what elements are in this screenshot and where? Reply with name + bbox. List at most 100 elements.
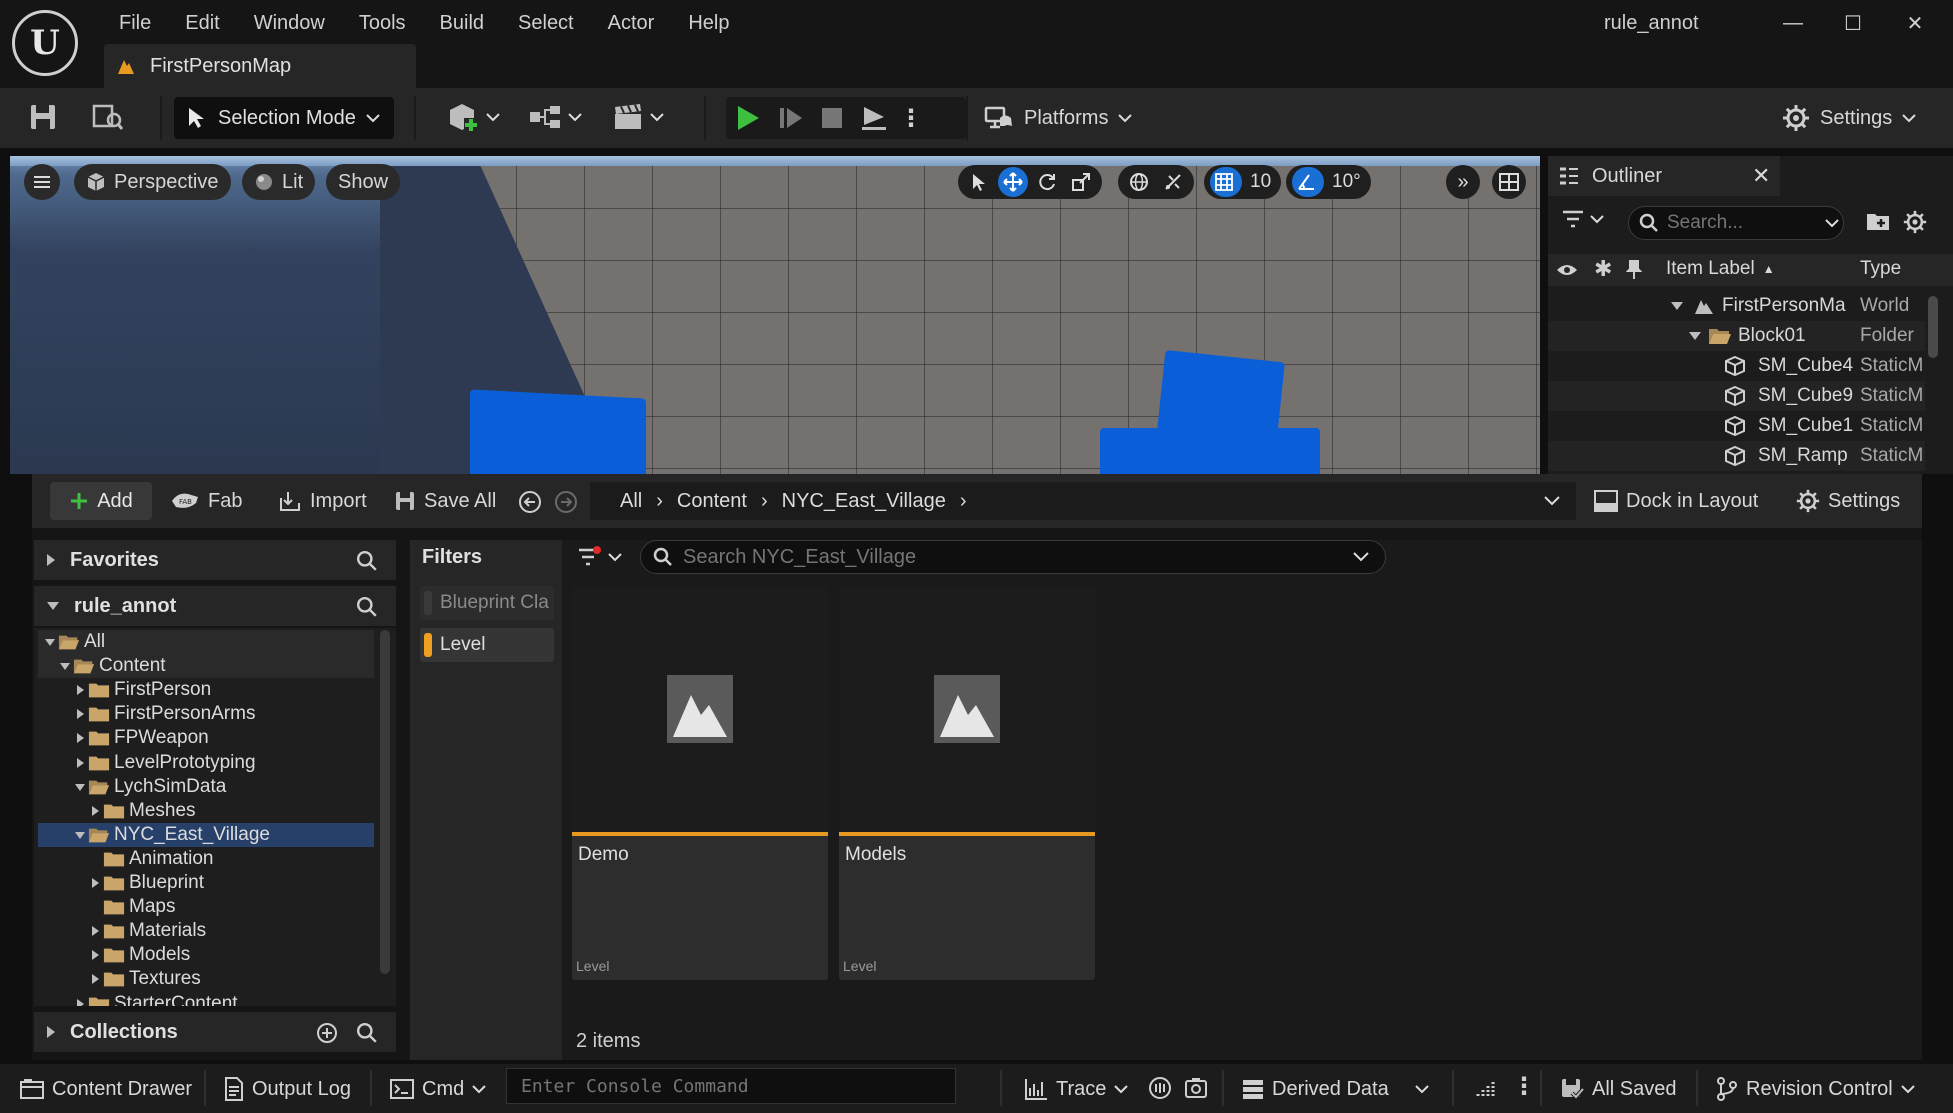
pin-icon[interactable] xyxy=(1626,260,1642,280)
record-icon[interactable] xyxy=(1148,1076,1172,1100)
console-command-field[interactable] xyxy=(506,1068,956,1104)
unreal-logo-icon[interactable]: U xyxy=(12,10,78,76)
expand-arrow-icon[interactable] xyxy=(89,973,101,985)
browse-icon[interactable] xyxy=(92,102,124,132)
expand-arrow-icon[interactable] xyxy=(89,877,101,889)
menu-actor[interactable]: Actor xyxy=(591,12,672,35)
tree-item[interactable]: All xyxy=(38,630,374,654)
asset-tile-demo[interactable]: Demo Level xyxy=(572,586,828,980)
menu-select[interactable]: Select xyxy=(501,12,591,35)
filter-level[interactable]: Level xyxy=(420,628,554,662)
status-more-icon[interactable]: ⋮ xyxy=(1512,1072,1536,1101)
add-collection-icon[interactable] xyxy=(316,1022,338,1044)
forward-icon[interactable] xyxy=(554,490,578,514)
play-options-icon[interactable]: ⋮ xyxy=(896,97,926,139)
minimize-button[interactable]: — xyxy=(1768,8,1818,38)
derived-data-dropdown[interactable]: Derived Data xyxy=(1242,1072,1429,1106)
search-icon[interactable] xyxy=(356,550,378,572)
trace-dropdown[interactable]: Trace xyxy=(1024,1072,1129,1106)
collapse-arrow-icon[interactable] xyxy=(74,829,86,841)
cmd-dropdown[interactable]: Cmd xyxy=(390,1072,486,1106)
tree-item[interactable]: StarterContent xyxy=(38,992,374,1006)
tree-item[interactable]: Animation xyxy=(38,847,374,871)
tree-item[interactable]: Blueprint xyxy=(38,871,374,895)
outliner-row[interactable]: Block01 Folder xyxy=(1548,321,1925,351)
outliner-scrollbar[interactable] xyxy=(1928,296,1938,358)
perspective-button[interactable]: Perspective xyxy=(74,164,231,200)
collapse-arrow-icon[interactable] xyxy=(59,660,71,672)
scale-tool-icon[interactable] xyxy=(1066,167,1096,197)
tree-item[interactable]: FPWeapon xyxy=(38,726,374,750)
outliner-row[interactable]: SM_Cube9 StaticM xyxy=(1548,381,1925,411)
folder-tree-scrollbar[interactable] xyxy=(380,630,390,974)
tree-item[interactable]: LevelPrototyping xyxy=(38,751,374,775)
outliner-row[interactable]: SM_Ramp StaticM xyxy=(1548,441,1925,471)
chevron-right-icon[interactable]: › xyxy=(956,490,971,513)
import-button[interactable]: Import xyxy=(278,482,367,520)
collapse-arrow-icon[interactable] xyxy=(1670,301,1684,311)
progress-grid-icon[interactable] xyxy=(1474,1076,1498,1100)
rotation-snap-value[interactable]: 10° xyxy=(1328,171,1365,193)
expand-arrow-icon[interactable] xyxy=(89,805,101,817)
select-tool-icon[interactable] xyxy=(964,167,994,197)
rotation-snap-pill[interactable] xyxy=(1292,167,1324,197)
asset-search-box[interactable] xyxy=(640,540,1386,574)
collapse-arrow-icon[interactable] xyxy=(44,636,56,648)
chevron-right-icon[interactable]: › xyxy=(757,490,772,513)
toolbar-settings-dropdown[interactable]: Settings xyxy=(1782,97,1916,139)
asset-tile-models[interactable]: Models Level xyxy=(839,586,1095,980)
favorites-header[interactable]: Favorites xyxy=(34,540,396,580)
globe-icon[interactable] xyxy=(1124,167,1154,197)
fab-button[interactable]: FAB Fab xyxy=(170,482,242,520)
tree-item[interactable]: NYC_East_Village xyxy=(38,822,374,847)
outliner-close-icon[interactable]: ✕ xyxy=(1752,163,1770,189)
cinematics-dropdown[interactable] xyxy=(612,102,664,132)
menu-file[interactable]: File xyxy=(102,12,168,35)
grid-snap-toggle[interactable]: 10 xyxy=(1204,165,1282,199)
outliner-search-input[interactable] xyxy=(1667,212,1817,234)
star-icon[interactable]: ✱ xyxy=(1594,256,1612,282)
blueprints-dropdown[interactable] xyxy=(528,102,582,132)
platforms-dropdown[interactable]: Platforms xyxy=(984,97,1133,139)
menu-help[interactable]: Help xyxy=(671,12,746,35)
collapse-arrow-icon[interactable] xyxy=(74,781,86,793)
content-drawer-button[interactable]: Content Drawer xyxy=(20,1072,192,1106)
viewport-cube[interactable] xyxy=(1100,428,1320,474)
expand-arrow-icon[interactable] xyxy=(89,949,101,961)
expand-arrow-icon[interactable] xyxy=(74,732,86,744)
breadcrumb-nyc-east-village[interactable]: NYC_East_Village xyxy=(772,490,956,513)
tree-item[interactable]: FirstPersonArms xyxy=(38,702,374,726)
asset-filter-dropdown[interactable] xyxy=(578,546,622,568)
step-button[interactable] xyxy=(770,97,812,139)
expand-arrow-icon[interactable] xyxy=(74,757,86,769)
save-icon[interactable] xyxy=(28,102,58,132)
screenshot-icon[interactable] xyxy=(1184,1076,1208,1100)
tree-item[interactable]: Meshes xyxy=(38,799,374,823)
asset-search-input[interactable] xyxy=(683,545,1343,569)
expand-arrow-icon[interactable] xyxy=(74,708,86,720)
viewport-menu-button[interactable] xyxy=(24,164,60,200)
expand-arrow-icon[interactable] xyxy=(89,925,101,937)
close-button[interactable]: ✕ xyxy=(1890,8,1940,38)
translate-tool-icon[interactable] xyxy=(998,167,1028,197)
collapse-arrow-icon[interactable] xyxy=(1688,331,1702,341)
revision-control-dropdown[interactable]: Revision Control xyxy=(1716,1072,1915,1106)
expand-arrow-icon[interactable] xyxy=(74,684,86,696)
menu-build[interactable]: Build xyxy=(423,12,501,35)
lit-button[interactable]: Lit xyxy=(242,164,316,200)
new-folder-icon[interactable] xyxy=(1866,210,1890,232)
tree-item[interactable]: LychSimData xyxy=(38,775,374,799)
tree-item[interactable]: FirstPerson xyxy=(38,678,374,702)
add-actor-dropdown[interactable] xyxy=(446,100,500,134)
grid-size-value[interactable]: 10 xyxy=(1246,171,1275,193)
outliner-filter-dropdown[interactable] xyxy=(1562,210,1604,228)
outliner-row[interactable]: FirstPersonMa World xyxy=(1548,291,1925,321)
outliner-search-box[interactable] xyxy=(1628,206,1844,240)
content-browser-settings-button[interactable]: Settings xyxy=(1796,482,1900,520)
outliner-tab[interactable]: Outliner xyxy=(1548,156,1780,196)
tree-item[interactable]: Textures xyxy=(38,967,374,991)
project-tree-header[interactable]: rule_annot xyxy=(34,586,396,626)
surface-snap-icon[interactable] xyxy=(1158,167,1188,197)
eye-icon[interactable] xyxy=(1556,262,1578,278)
filter-blueprint-class[interactable]: Blueprint Cla xyxy=(420,586,554,620)
